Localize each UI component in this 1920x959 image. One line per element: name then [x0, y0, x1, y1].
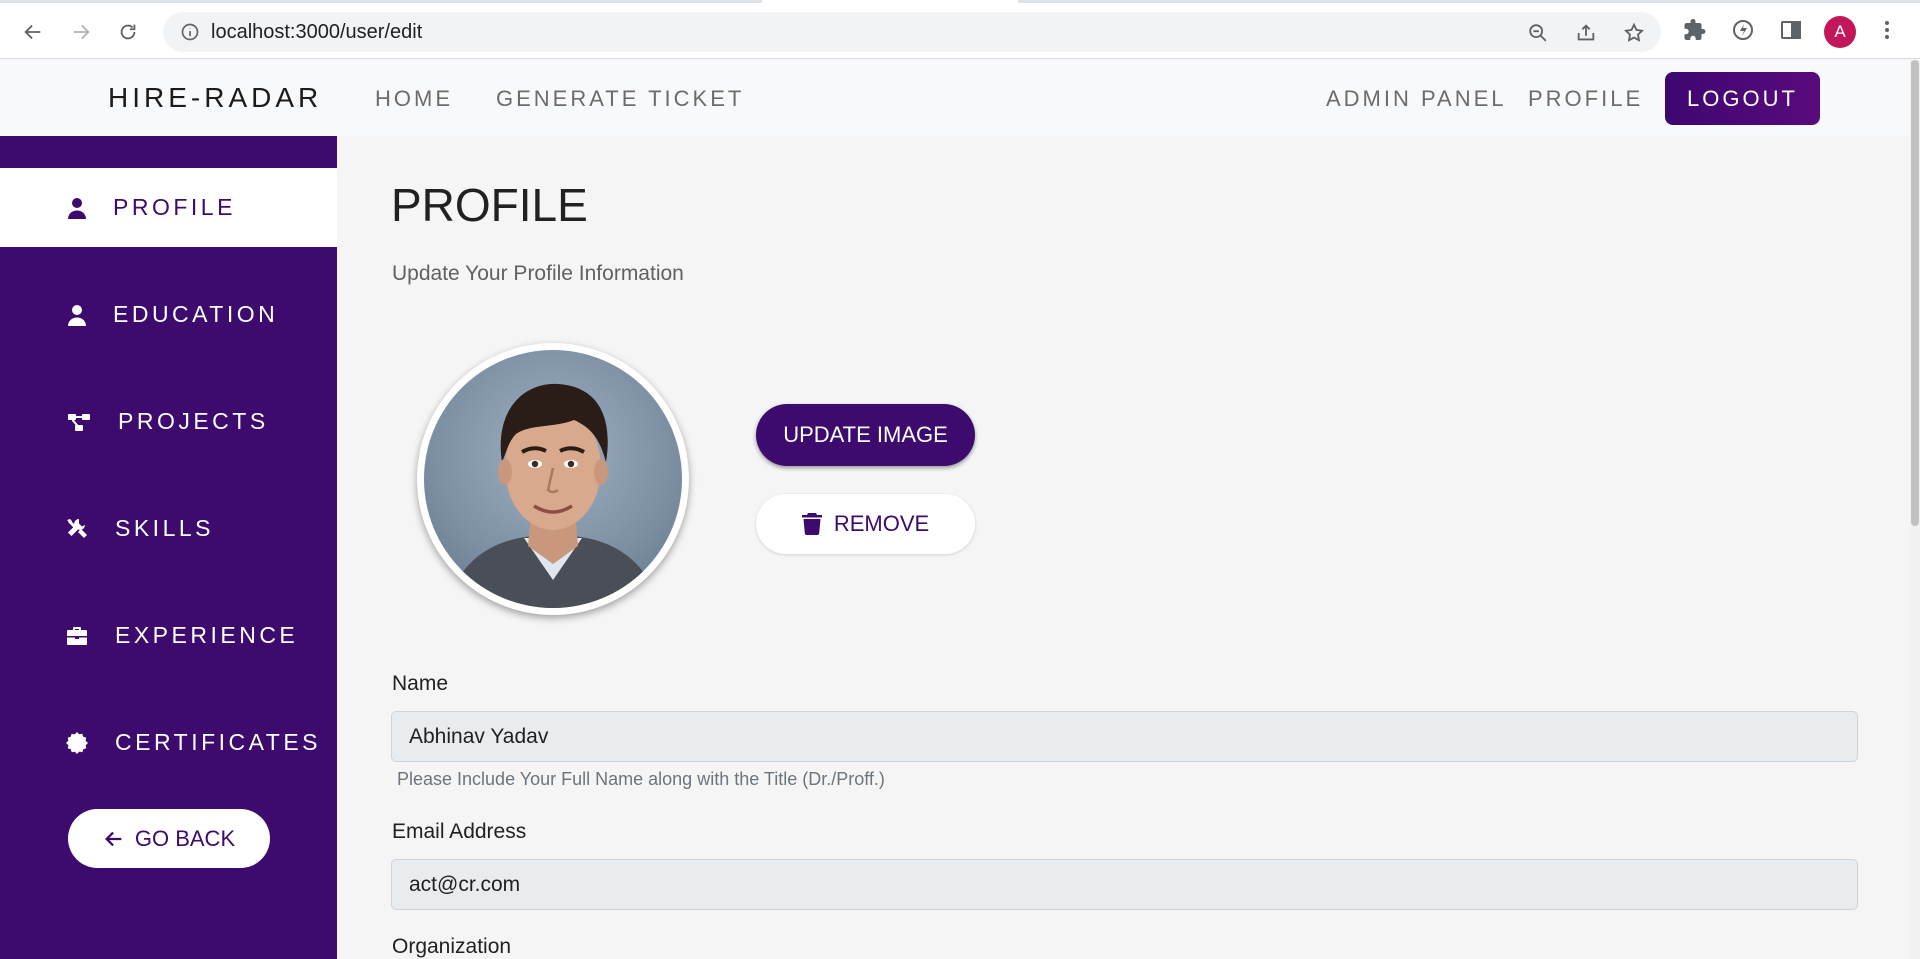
brand-logo-text[interactable]: HIRE-RADAR — [108, 82, 322, 114]
profile-avatar[interactable]: A — [1824, 16, 1856, 48]
trash-icon — [801, 513, 822, 535]
name-help-text: Please Include Your Full Name along with… — [397, 769, 885, 789]
scrollbar-thumb[interactable] — [1911, 60, 1919, 526]
remove-label: REMOVE — [833, 511, 930, 536]
share-icon[interactable] — [1574, 21, 1598, 45]
project-diagram-icon — [66, 409, 92, 435]
nav-link-generate-ticket[interactable]: GENERATE TICKET — [496, 86, 744, 112]
page-scrollbar[interactable] — [1910, 60, 1920, 959]
sidebar-item-label: EXPERIENCE — [115, 622, 299, 648]
arrow-left-icon — [104, 831, 122, 846]
name-label: Name — [392, 672, 449, 695]
go-back-label: GO BACK — [134, 825, 236, 851]
page-subtitle: Update Your Profile Information — [392, 262, 684, 285]
sidebar-item-education[interactable]: EDUCATION — [0, 275, 337, 354]
name-field[interactable]: Abhinav Yadav — [391, 711, 1858, 762]
site-info-icon[interactable] — [179, 21, 201, 43]
back-icon[interactable] — [15, 14, 51, 50]
browser-toolbar: localhost:3000/user/edit A — [0, 0, 1920, 59]
sidebar-item-label: PROFILE — [113, 194, 236, 220]
main-content: PROFILE Update Your Profile Information — [337, 136, 1910, 959]
email-field[interactable]: act@cr.com — [391, 859, 1858, 910]
email-label: Email Address — [392, 820, 527, 843]
reload-icon[interactable] — [110, 14, 146, 50]
nav-link-home[interactable]: HOME — [375, 86, 453, 112]
zoom-out-icon[interactable] — [1526, 21, 1550, 45]
nav-link-profile[interactable]: PROFILE — [1528, 86, 1643, 112]
sidebar-item-skills[interactable]: SKILLS — [0, 489, 337, 568]
address-bar[interactable]: localhost:3000/user/edit — [163, 12, 1661, 52]
bookmark-star-icon[interactable] — [1622, 21, 1646, 45]
sidebar-item-certificates[interactable]: CERTIFICATES — [0, 703, 337, 782]
url-text[interactable]: localhost:3000/user/edit — [211, 21, 422, 44]
go-back-button[interactable]: GO BACK — [68, 809, 270, 868]
app-navbar: HIRE-RADAR HOME GENERATE TICKET ADMIN PA… — [0, 60, 1910, 136]
update-image-button[interactable]: UPDATE IMAGE — [756, 404, 975, 466]
profile-photo — [424, 350, 682, 608]
user-icon — [64, 302, 90, 328]
logout-button[interactable]: LOGOUT — [1665, 72, 1820, 125]
sidebar-item-profile[interactable]: PROFILE — [0, 168, 337, 247]
sidebar-item-label: SKILLS — [115, 515, 214, 541]
sidebar-item-projects[interactable]: PROJECTS — [0, 382, 337, 461]
sidebar-item-experience[interactable]: EXPERIENCE — [0, 596, 337, 675]
more-menu-icon[interactable] — [1873, 16, 1901, 44]
sidebar-item-label: CERTIFICATES — [115, 729, 321, 755]
sidebar-item-label: PROJECTS — [118, 408, 269, 434]
performance-icon[interactable] — [1729, 16, 1757, 44]
tab-strip — [0, 0, 1920, 3]
forward-icon[interactable] — [63, 14, 99, 50]
sidebar: PROFILE EDUCATION PROJECTS SKILLS EXPERI… — [0, 136, 337, 959]
briefcase-icon — [64, 623, 90, 649]
sidebar-item-label: EDUCATION — [113, 301, 279, 327]
nav-link-admin-panel[interactable]: ADMIN PANEL — [1326, 86, 1507, 112]
side-panel-icon[interactable] — [1777, 16, 1805, 44]
profile-photo-frame — [417, 343, 689, 615]
active-tab[interactable] — [762, 0, 1018, 3]
organization-label: Organization — [392, 935, 512, 958]
extensions-puzzle-icon[interactable] — [1681, 16, 1709, 44]
tools-icon — [64, 516, 90, 542]
user-icon — [64, 195, 90, 221]
certificate-badge-icon — [64, 730, 90, 756]
remove-image-button[interactable]: REMOVE — [756, 494, 975, 554]
page-title: PROFILE — [391, 179, 588, 231]
